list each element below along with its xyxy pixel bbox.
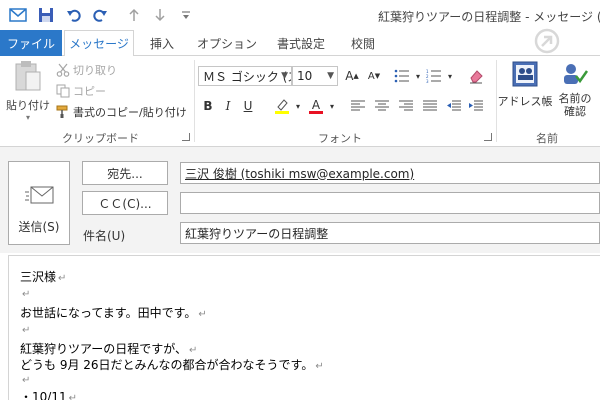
- check-names-label-1: 名前の: [558, 92, 592, 105]
- redo-icon[interactable]: [90, 5, 110, 25]
- paste-label: 貼り付け: [6, 99, 50, 112]
- clear-formatting-icon[interactable]: [466, 66, 486, 86]
- format-painter-label: 書式のコピー/貼り付け: [73, 106, 187, 119]
- chevron-down-icon: ▼: [327, 71, 334, 81]
- svg-text:3: 3: [426, 79, 429, 83]
- body-line: ・10/11 ↵: [20, 390, 77, 400]
- body-line: ↵: [22, 289, 31, 300]
- justify-icon[interactable]: [420, 96, 440, 116]
- names-group-label: 名前: [536, 132, 558, 145]
- body-line: お世話になってます。田中です。 ↵: [20, 306, 207, 320]
- clipboard-group-label: クリップボード: [62, 132, 139, 145]
- format-painter-icon: [56, 105, 70, 119]
- paste-icon: [13, 60, 43, 95]
- tab-review[interactable]: 校閲: [340, 30, 386, 56]
- font-group-label: フォント: [318, 132, 362, 145]
- arrow-up-icon[interactable]: [124, 5, 144, 25]
- subject-label: 件名(U): [83, 229, 126, 243]
- body-line: どうも 9月 26日だとみんなの都合が合わなそうです。 ↵: [20, 358, 324, 372]
- message-header: 送信(S) 宛先... 三沢 俊樹 (toshiki msw@example.c…: [0, 147, 600, 253]
- address-book-icon: [510, 60, 540, 91]
- chevron-down-icon[interactable]: ▾: [322, 96, 342, 116]
- underline-icon[interactable]: U: [238, 96, 258, 116]
- copy-button[interactable]: コピー: [56, 83, 106, 99]
- check-names-button[interactable]: 名前の 確認: [554, 60, 596, 118]
- cc-button[interactable]: ＣＣ(C)...: [82, 191, 168, 215]
- subject-field[interactable]: 紅葉狩りツアーの日程調整: [180, 222, 600, 244]
- tab-file[interactable]: ファイル: [0, 30, 62, 56]
- customize-qat-icon[interactable]: [176, 5, 196, 25]
- address-book-label: アドレス帳: [497, 95, 553, 108]
- scissors-icon: [56, 63, 70, 77]
- address-book-button[interactable]: アドレス帳: [497, 60, 553, 109]
- undo-icon[interactable]: [64, 5, 84, 25]
- body-line: ↵: [22, 375, 31, 386]
- to-recipient[interactable]: 三沢 俊樹 (toshiki msw@example.com): [185, 165, 414, 182]
- paste-button[interactable]: 貼り付け ▾: [6, 60, 50, 122]
- cut-label: 切り取り: [73, 64, 117, 77]
- clipboard-launcher-icon[interactable]: [182, 133, 190, 141]
- outlook-message-icon: [8, 5, 28, 25]
- bold-icon[interactable]: B: [198, 96, 218, 116]
- paste-dropdown-arrow: ▾: [25, 113, 30, 122]
- cut-button[interactable]: 切り取り: [56, 62, 117, 78]
- body-line: ↵: [22, 325, 31, 336]
- align-right-icon[interactable]: [396, 96, 416, 116]
- arrow-down-icon[interactable]: [150, 5, 170, 25]
- chevron-down-icon[interactable]: ▾: [440, 66, 460, 86]
- group-divider: [194, 60, 195, 142]
- font-name-combo[interactable]: ＭＳ ゴシック (ス ▼: [198, 66, 292, 86]
- increase-indent-icon[interactable]: [466, 96, 486, 116]
- title-bar: 紅葉狩りツアーの日程調整 - メッセージ (HTM: [0, 0, 600, 30]
- shrink-font-icon[interactable]: A ▼: [364, 66, 384, 86]
- cc-field[interactable]: [180, 192, 600, 214]
- copy-label: コピー: [73, 85, 106, 98]
- font-size-value: 10: [297, 69, 313, 83]
- ribbon: 貼り付け ▾ 切り取り コピー 書式のコピー/貼り付け クリップボード ＭＳ ゴ…: [0, 56, 600, 147]
- font-name-value: ＭＳ ゴシック (ス: [203, 69, 292, 84]
- decrease-indent-icon[interactable]: [444, 96, 464, 116]
- grow-font-icon[interactable]: A ▲: [342, 66, 362, 86]
- format-painter-button[interactable]: 書式のコピー/貼り付け: [56, 104, 187, 120]
- tab-insert[interactable]: 挿入: [140, 30, 184, 56]
- align-left-icon[interactable]: [348, 96, 368, 116]
- to-field[interactable]: 三沢 俊樹 (toshiki msw@example.com): [180, 162, 600, 184]
- ribbon-tab-row: ファイル メッセージ 挿入 オプション 書式設定 校閲: [0, 30, 600, 57]
- font-launcher-icon[interactable]: [484, 133, 492, 141]
- body-line: 三沢様 ↵: [20, 270, 67, 284]
- to-button[interactable]: 宛先...: [82, 161, 168, 185]
- tab-options[interactable]: オプション: [192, 30, 262, 56]
- window-title: 紅葉狩りツアーの日程調整 - メッセージ (HTM: [378, 10, 600, 24]
- send-label: 送信(S): [18, 220, 60, 234]
- check-names-label-2: 確認: [564, 105, 586, 118]
- send-envelope-icon: [25, 184, 55, 209]
- save-icon[interactable]: [36, 5, 56, 25]
- italic-icon[interactable]: I: [218, 96, 238, 116]
- font-size-combo[interactable]: 10 ▼: [292, 66, 338, 86]
- touch-mode-icon: [534, 28, 560, 54]
- message-body[interactable]: 三沢様 ↵ ↵ お世話になってます。田中です。 ↵ ↵ 紅葉狩りツアーの日程ですが、…: [8, 255, 600, 400]
- body-line: 紅葉狩りツアーの日程ですが、 ↵: [20, 342, 198, 356]
- check-names-icon: [561, 60, 589, 91]
- tab-format[interactable]: 書式設定: [268, 30, 334, 56]
- chevron-down-icon: ▼: [281, 71, 288, 81]
- align-center-icon[interactable]: [372, 96, 392, 116]
- tab-message[interactable]: メッセージ: [64, 30, 134, 57]
- copy-icon: [56, 84, 70, 98]
- chevron-down-icon[interactable]: ▾: [288, 96, 308, 116]
- send-button[interactable]: 送信(S): [8, 161, 70, 245]
